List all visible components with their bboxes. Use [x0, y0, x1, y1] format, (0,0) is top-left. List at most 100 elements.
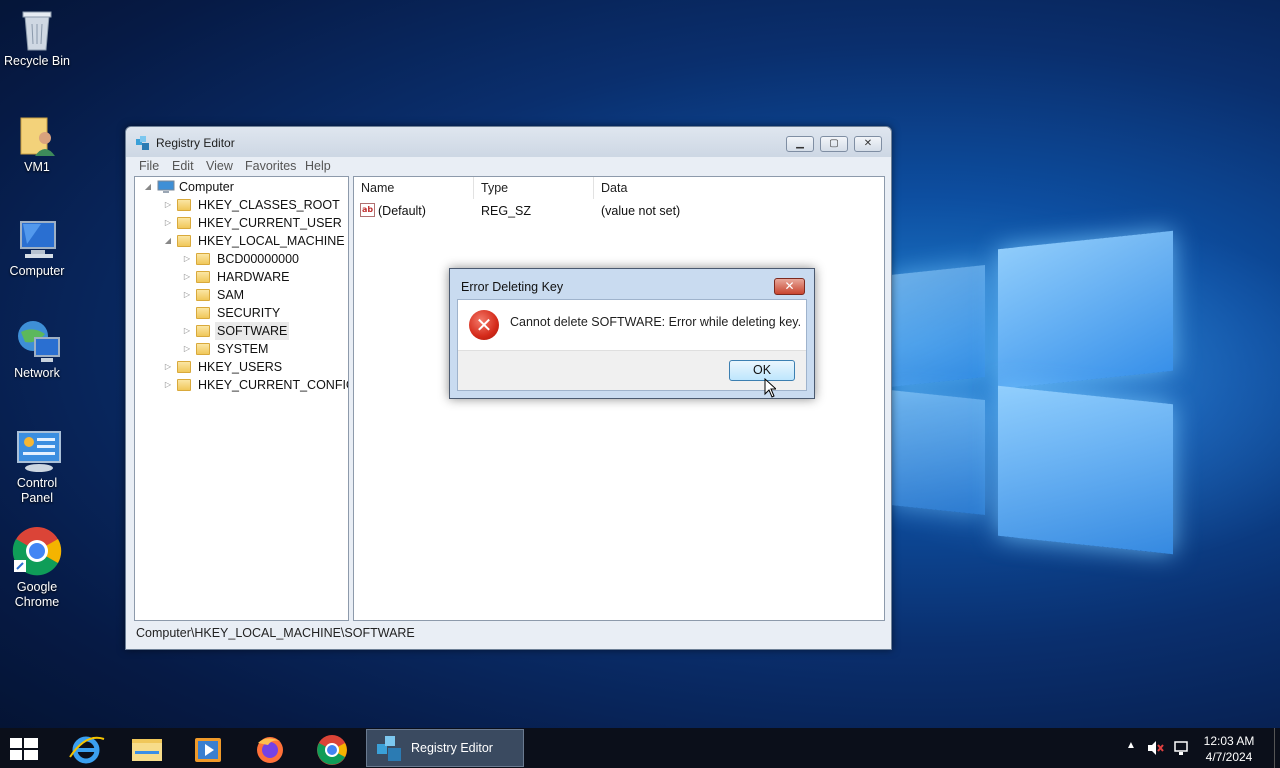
- taskbar-firefox[interactable]: [246, 731, 294, 767]
- folder-icon: [177, 199, 191, 211]
- chrome-icon: [12, 526, 62, 576]
- folder-icon: [196, 307, 210, 319]
- desktop-icon-label: Computer: [9, 264, 65, 278]
- collapse-icon[interactable]: ◢: [143, 178, 153, 196]
- menu-help[interactable]: Help: [305, 159, 331, 173]
- desktop-icon-google-chrome[interactable]: Google Chrome: [4, 526, 70, 610]
- minimize-icon: ▁: [796, 138, 804, 149]
- control-panel-icon: [15, 428, 61, 472]
- tree-item-label: SYSTEM: [217, 342, 269, 356]
- registry-tree-pane[interactable]: ◢ Computer ▷ HKEY_CLASSES_ROOT ▷ HKEY_CU…: [134, 176, 349, 621]
- error-icon: ✕: [469, 310, 499, 340]
- window-titlebar[interactable]: Registry Editor ▁ ▢ ✕: [126, 127, 891, 157]
- tree-item-label: SAM: [217, 288, 245, 302]
- computer-icon: [15, 216, 59, 260]
- tree-item-label: HKEY_CURRENT_CONFIG: [198, 378, 349, 392]
- menu-view[interactable]: View: [206, 159, 233, 173]
- clock-time: 12:03 AM: [1203, 734, 1255, 748]
- taskbar-internet-explorer[interactable]: [62, 731, 110, 767]
- clock-date: 4/7/2024: [1205, 750, 1253, 764]
- desktop-icon-label: Control Panel: [16, 476, 58, 505]
- windows-logo-wallpaper: [890, 230, 1175, 555]
- value-data: (value not set): [601, 204, 681, 218]
- tree-item-label: Computer: [179, 180, 234, 194]
- firefox-icon: [257, 737, 283, 763]
- desktop-icon-control-panel[interactable]: Control Panel: [4, 428, 70, 506]
- menu-edit[interactable]: Edit: [172, 159, 194, 173]
- window-title: Registry Editor: [156, 136, 235, 150]
- tree-item-label: HKEY_CURRENT_USER: [198, 216, 342, 230]
- computer-icon: [157, 180, 175, 193]
- desktop-icon-computer[interactable]: Computer: [4, 216, 70, 279]
- desktop-icon-network[interactable]: Network: [4, 318, 70, 381]
- tray-overflow-icon[interactable]: ▲: [1126, 740, 1136, 751]
- internet-explorer-icon: [69, 736, 105, 764]
- expand-icon[interactable]: ▷: [163, 376, 173, 394]
- folder-icon: [177, 379, 191, 391]
- folder-icon: [196, 253, 210, 265]
- folder-icon: [177, 361, 191, 373]
- taskbar-app-label: Registry Editor: [411, 741, 493, 755]
- column-header-data[interactable]: Data: [594, 177, 884, 199]
- dialog-body: ✕ Cannot delete SOFTWARE: Error while de…: [457, 299, 807, 391]
- expand-icon[interactable]: ▷: [182, 286, 192, 304]
- maximize-button[interactable]: ▢: [820, 136, 848, 152]
- error-dialog[interactable]: Error Deleting Key ✕ ✕ Cannot delete SOF…: [449, 268, 815, 399]
- network-icon: [15, 318, 60, 362]
- expand-icon[interactable]: ▷: [182, 340, 192, 358]
- expand-icon[interactable]: ▷: [182, 268, 192, 286]
- dialog-close-button[interactable]: ✕: [774, 278, 805, 295]
- tree-item-label: SECURITY: [217, 306, 281, 320]
- taskbar-media-player[interactable]: [184, 731, 232, 767]
- user-folder-icon: [15, 112, 59, 156]
- desktop-icon-label: Recycle Bin: [4, 54, 70, 68]
- media-player-icon: [195, 738, 221, 762]
- folder-icon: [196, 343, 210, 355]
- desktop-icon-label: Google Chrome: [14, 580, 60, 609]
- volume-muted-icon[interactable]: [1146, 740, 1164, 756]
- desktop-icon-vm1[interactable]: VM1: [4, 112, 70, 175]
- tree-item-label: BCD00000000: [217, 252, 300, 266]
- close-icon: ✕: [784, 279, 795, 293]
- start-button[interactable]: [10, 738, 38, 760]
- network-tray-icon[interactable]: [1172, 740, 1190, 756]
- taskbar-file-explorer[interactable]: [123, 731, 171, 767]
- close-icon: ✕: [863, 138, 873, 149]
- desktop-icon-label: VM1: [24, 160, 50, 174]
- folder-icon: [177, 217, 191, 229]
- registry-icon: [135, 135, 151, 151]
- chrome-icon: [317, 735, 347, 765]
- taskbar-chrome[interactable]: [308, 731, 356, 767]
- taskbar: Registry Editor ▲ 12:03 AM 4/7/2024: [0, 728, 1280, 768]
- close-button[interactable]: ✕: [854, 136, 882, 152]
- tree-item-label: HKEY_LOCAL_MACHINE: [198, 234, 345, 248]
- collapse-icon[interactable]: ◢: [163, 232, 173, 250]
- string-value-icon: ab: [360, 203, 375, 217]
- recycle-bin-icon: [15, 6, 59, 51]
- taskbar-registry-editor[interactable]: Registry Editor: [366, 729, 524, 767]
- expand-icon[interactable]: ▷: [163, 196, 173, 214]
- maximize-icon: ▢: [829, 138, 839, 149]
- show-desktop-button[interactable]: [1274, 728, 1280, 768]
- taskbar-clock[interactable]: 12:03 AM 4/7/2024: [1196, 733, 1262, 765]
- ok-button[interactable]: OK: [729, 360, 795, 381]
- minimize-button[interactable]: ▁: [786, 136, 814, 152]
- column-header-type[interactable]: Type: [474, 177, 594, 199]
- folder-icon: [196, 289, 210, 301]
- desktop-icon-label: Network: [14, 366, 60, 380]
- registry-icon: [377, 736, 401, 761]
- menu-file[interactable]: File: [139, 159, 159, 173]
- expand-icon[interactable]: ▷: [182, 250, 192, 268]
- expand-icon[interactable]: ▷: [163, 358, 173, 376]
- status-bar: Computer\HKEY_LOCAL_MACHINE\SOFTWARE: [136, 626, 415, 640]
- mouse-cursor-icon: [764, 378, 776, 398]
- expand-icon[interactable]: ▷: [163, 214, 173, 232]
- dialog-title: Error Deleting Key: [461, 280, 564, 294]
- tree-item-label-selected: SOFTWARE: [215, 322, 290, 340]
- folder-icon: [196, 271, 210, 283]
- column-header-name[interactable]: Name: [354, 177, 474, 199]
- menu-favorites[interactable]: Favorites: [245, 159, 296, 173]
- desktop-icon-recycle-bin[interactable]: Recycle Bin: [4, 6, 70, 69]
- expand-icon[interactable]: ▷: [182, 322, 192, 340]
- value-type: REG_SZ: [481, 204, 532, 218]
